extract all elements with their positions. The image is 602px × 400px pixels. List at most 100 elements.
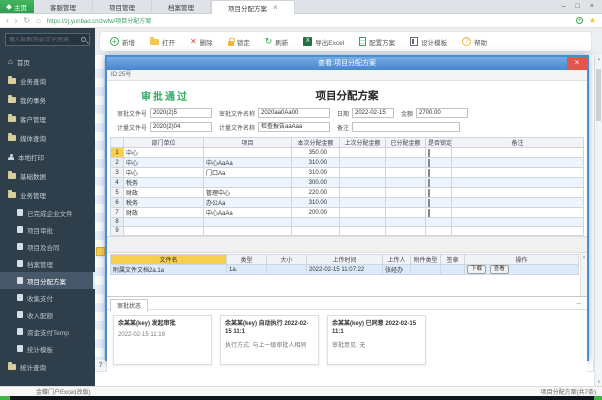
tab-service[interactable]: 客服管理 xyxy=(34,0,93,13)
tab-close-icon[interactable]: × xyxy=(273,3,278,12)
sidebar-item-local-print[interactable]: 本地打印 xyxy=(0,147,95,166)
measure-doc-name-field[interactable]: 检查报告aaAaa xyxy=(258,122,330,132)
table-row[interactable]: 8 xyxy=(110,217,584,227)
export-excel-button[interactable]: X 导出Excel xyxy=(303,37,344,47)
search-icon[interactable] xyxy=(81,37,86,42)
sidebar-item-fund-pay-temp[interactable]: 资金支付Temp xyxy=(0,323,95,340)
measure-doc-no-field[interactable]: 2020(2)04 xyxy=(150,122,212,132)
forward-icon[interactable]: › xyxy=(15,16,18,26)
dialog-close-button[interactable]: × xyxy=(567,57,587,70)
add-favorite-icon[interactable]: + xyxy=(575,17,583,24)
table-row[interactable]: 7 财政 中心AaAa 200.00 xyxy=(110,207,584,218)
lock-checkbox[interactable] xyxy=(428,178,430,187)
sidebar-item-stat-template[interactable]: 统计模板 xyxy=(0,340,95,357)
table-row[interactable]: 9 xyxy=(110,226,584,236)
lock-checkbox[interactable] xyxy=(428,208,430,217)
sidebar-item-income-quota[interactable]: 收入配额 xyxy=(0,306,95,323)
sidebar-item-home[interactable]: ⌂ 首页 xyxy=(0,52,95,71)
row-number-cell[interactable]: 2 xyxy=(110,157,124,168)
table-row[interactable]: 1 中心 350.00 xyxy=(110,147,584,158)
reload-icon[interactable]: ↻ xyxy=(23,16,30,26)
table-row[interactable]: 6 税务 办公Aa 310.00 xyxy=(110,197,584,208)
column-header[interactable]: 上传时间 xyxy=(306,254,383,265)
column-header[interactable]: 备注 xyxy=(451,137,584,148)
lock-checkbox[interactable] xyxy=(428,188,430,197)
row-number-cell[interactable]: 8 xyxy=(110,217,124,227)
column-header[interactable]: 操作 xyxy=(464,254,579,265)
sidebar-item-base-data[interactable]: 基础数据 xyxy=(0,166,95,185)
column-header-filename[interactable]: 文件名 xyxy=(110,254,227,265)
remark-field[interactable] xyxy=(352,122,460,132)
refresh-button[interactable]: ↻ 刷新 xyxy=(265,37,289,47)
column-header[interactable]: 本次分配金额 xyxy=(291,137,340,148)
download-button[interactable]: 下载 xyxy=(467,265,487,274)
back-icon[interactable]: ‹ xyxy=(6,16,9,26)
sidebar-item-business-mgmt[interactable]: 业务管理 xyxy=(0,185,95,204)
row-number-cell[interactable]: 3 xyxy=(110,167,124,178)
row-number-cell[interactable]: 4 xyxy=(110,177,124,188)
amount-field[interactable]: 2700.00 xyxy=(416,108,468,118)
column-header[interactable]: 已分配金额 xyxy=(385,137,426,148)
column-header[interactable]: 签章 xyxy=(440,254,465,265)
attachment-row[interactable]: 附属文件文档2a.1a 1a. 2022-02-15 11:07:22 张经办 … xyxy=(110,264,579,275)
column-header[interactable]: 上次分配金额 xyxy=(339,137,386,148)
help-button[interactable]: ? 帮助 xyxy=(462,37,487,47)
attachment-scrollbar[interactable]: ▲ xyxy=(580,253,587,296)
window-close-button[interactable]: × xyxy=(590,3,594,10)
lock-checkbox[interactable] xyxy=(428,158,430,167)
url-text[interactable]: https://zj.yunbao.cn/zwfw/项目分配方案 xyxy=(47,16,570,25)
column-header[interactable]: 大小 xyxy=(266,254,307,265)
sidebar-item-collect-pay[interactable]: 收集支付 xyxy=(0,289,95,306)
column-header[interactable]: 附件类型 xyxy=(410,254,441,265)
table-row[interactable]: 4 税务 300.00 xyxy=(110,177,584,188)
sidebar-item-allocation-plan[interactable]: 项目分配方案 xyxy=(0,272,95,289)
sidebar-item-business-query[interactable]: 业务查询 xyxy=(0,71,95,90)
row-number-cell[interactable]: 5 xyxy=(110,187,124,198)
scroll-down-icon[interactable]: ▼ xyxy=(595,379,602,385)
collapse-panel-icon[interactable]: – xyxy=(577,299,581,308)
approval-doc-name-field[interactable]: 2020aa0Aa00 xyxy=(258,108,330,118)
sidebar-item-stat-query[interactable]: 统计查询 xyxy=(0,357,95,376)
view-button[interactable]: 查看 xyxy=(489,265,509,274)
sidebar-item-project-contract[interactable]: 项目及合同 xyxy=(0,238,95,255)
scrollbar-thumb[interactable] xyxy=(596,69,601,121)
date-field[interactable]: 2022-02-15 xyxy=(352,108,394,118)
sidebar-item-media[interactable]: 媒体查询 xyxy=(0,128,95,147)
column-header[interactable]: 类型 xyxy=(226,254,267,265)
row-number-cell[interactable]: 6 xyxy=(110,197,124,208)
sidebar-search-input[interactable] xyxy=(9,36,81,43)
dialog-title-bar[interactable]: 查看:项目分配方案 × xyxy=(107,57,587,70)
open-button[interactable]: 打开 xyxy=(150,36,175,47)
tab-home[interactable]: 主页 xyxy=(0,0,34,13)
delete-button[interactable]: ✕ 删除 xyxy=(190,37,213,47)
window-minimize-button[interactable]: – xyxy=(562,3,566,10)
approval-status-tab[interactable]: 审批状态 xyxy=(110,299,149,312)
column-header[interactable]: 是否锁定 xyxy=(425,137,452,148)
column-header[interactable]: 部门单位 xyxy=(123,137,204,148)
lock-button[interactable]: 锁定 xyxy=(227,37,250,47)
scroll-up-icon[interactable]: ▲ xyxy=(595,56,602,62)
tab-active-allocation[interactable]: 项目分配方案 × xyxy=(211,0,295,14)
table-row[interactable]: 5 财政 管理中心 220.00 xyxy=(110,187,584,198)
window-maximize-button[interactable]: □ xyxy=(576,3,580,10)
column-header[interactable]: 项目 xyxy=(203,137,292,148)
lock-checkbox[interactable] xyxy=(428,198,430,207)
row-number-cell[interactable]: 7 xyxy=(110,207,124,218)
tab-archive[interactable]: 档案管理 xyxy=(152,0,211,13)
sidebar-item-project-approval[interactable]: 项目审批 xyxy=(0,221,95,238)
lock-checkbox[interactable] xyxy=(428,168,430,177)
add-button[interactable]: + 新增 xyxy=(110,37,135,47)
design-template-button[interactable]: 设计模板 xyxy=(410,37,447,47)
sidebar-item-archive-mgmt[interactable]: 档案管理 xyxy=(0,255,95,272)
config-scheme-button[interactable]: 配置方案 xyxy=(359,37,395,47)
home-icon[interactable]: ⌂ xyxy=(36,16,41,26)
favorite-star-icon[interactable]: ★ xyxy=(589,16,596,25)
sidebar-item-finished-files[interactable]: 已完成企业文件 xyxy=(0,204,95,221)
column-header[interactable]: 上传人 xyxy=(382,254,411,265)
vertical-scrollbar[interactable]: ▲ ▼ xyxy=(594,55,602,386)
table-row[interactable]: 3 中心 门口Aa 310.00 xyxy=(110,167,584,178)
sidebar-item-my-tasks[interactable]: 我的事务 xyxy=(0,90,95,109)
sidebar-item-customers[interactable]: 客户管理 xyxy=(0,109,95,128)
row-number-cell[interactable]: 1 xyxy=(110,147,124,158)
tab-project[interactable]: 项目管理 xyxy=(93,0,152,13)
